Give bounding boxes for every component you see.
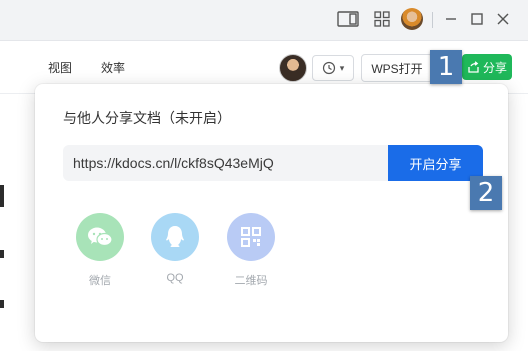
menu-view[interactable]: 视图 <box>48 59 72 76</box>
menu-efficiency[interactable]: 效率 <box>101 59 125 76</box>
step-badge-1: 1 <box>430 50 462 84</box>
start-share-label: 开启分享 <box>409 156 462 172</box>
document-edge <box>0 250 4 258</box>
wps-open-label: WPS打开 <box>371 61 423 76</box>
share-target-label: 微信 <box>89 275 111 287</box>
share-target-qr-code[interactable]: 二维码 <box>227 213 275 288</box>
collaborator-avatar[interactable] <box>279 54 307 82</box>
share-button[interactable]: 分享 <box>462 54 512 80</box>
share-popup-title: 与他人分享文档（未开启） <box>63 110 231 126</box>
user-avatar[interactable] <box>401 8 423 30</box>
document-edge <box>0 300 4 308</box>
minimize-icon[interactable] <box>444 10 458 28</box>
share-target-qq[interactable]: QQ <box>151 213 199 284</box>
share-link-text[interactable]: https://kdocs.cn/l/ckf8sQ43eMjQ <box>73 155 274 171</box>
clock-icon <box>322 61 335 75</box>
start-share-button[interactable]: 开启分享 <box>388 145 483 181</box>
window-titlebar <box>0 0 528 41</box>
share-popup: 与他人分享文档（未开启） https://kdocs.cn/l/ckf8sQ43… <box>35 84 508 342</box>
close-icon[interactable] <box>496 10 510 28</box>
share-target-label: QQ <box>166 272 184 284</box>
share-target-label: 二维码 <box>234 275 268 287</box>
history-button[interactable]: ▾ <box>312 55 354 81</box>
chevron-down-icon: ▾ <box>339 62 345 73</box>
step-badge-2: 2 <box>470 176 502 210</box>
maximize-icon[interactable] <box>470 10 484 28</box>
share-link-box: https://kdocs.cn/l/ckf8sQ43eMjQ 开启分享 <box>63 145 483 181</box>
share-icon <box>468 60 479 73</box>
share-label: 分享 <box>482 60 507 75</box>
qq-icon <box>151 213 199 261</box>
qr-code-icon <box>227 213 275 261</box>
wps-open-button[interactable]: WPS打开 <box>361 54 433 82</box>
app-grid-icon[interactable] <box>373 10 391 28</box>
wechat-icon <box>76 213 124 261</box>
layout-toggle-icon[interactable] <box>337 10 359 28</box>
titlebar-divider <box>432 12 433 28</box>
document-edge <box>0 185 4 207</box>
share-target-wechat[interactable]: 微信 <box>76 213 124 288</box>
